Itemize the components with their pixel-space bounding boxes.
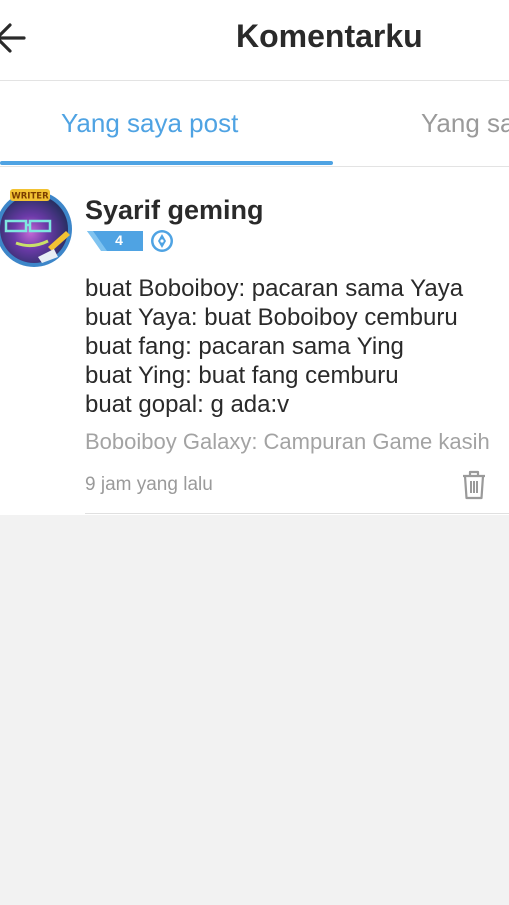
avatar-badge-text: WRITER bbox=[11, 192, 49, 202]
comment-timestamp: 9 jam yang lalu bbox=[85, 474, 213, 495]
comment-line: buat fang: pacaran sama Ying bbox=[85, 333, 404, 360]
comment-line: buat gopal: g ada:v bbox=[85, 391, 290, 418]
active-tab-indicator bbox=[0, 161, 333, 165]
comment-line: buat Yaya: buat Boboiboy cemburu bbox=[85, 304, 458, 331]
avatar[interactable]: WRITER bbox=[0, 185, 76, 269]
divider bbox=[85, 513, 509, 514]
comment-card[interactable]: WRITER Syarif geming 4 buat Boboiboy: pa… bbox=[0, 167, 509, 515]
level-badge: 4 bbox=[87, 229, 143, 253]
tab-second[interactable]: Yang sa bbox=[421, 108, 509, 139]
tab-bar: Yang saya post Yang sa bbox=[0, 81, 509, 167]
tab-my-posts[interactable]: Yang saya post bbox=[61, 108, 238, 139]
pen-nib-icon bbox=[151, 230, 173, 252]
arrow-left-icon[interactable] bbox=[0, 16, 34, 60]
comment-line: buat Boboiboy: pacaran sama Yaya bbox=[85, 275, 464, 302]
trash-icon[interactable] bbox=[460, 469, 488, 501]
source-post-link[interactable]: Boboiboy Galaxy: Campuran Game kasih bbox=[85, 429, 490, 455]
level-number: 4 bbox=[115, 232, 123, 248]
comment-line: buat Ying: buat fang cemburu bbox=[85, 362, 399, 389]
comment-text: buat Boboiboy: pacaran sama Yaya buat Ya… bbox=[85, 274, 509, 419]
username[interactable]: Syarif geming bbox=[85, 195, 264, 226]
page-title: Komentarku bbox=[236, 18, 423, 54]
app-header: Komentarku bbox=[0, 0, 509, 81]
